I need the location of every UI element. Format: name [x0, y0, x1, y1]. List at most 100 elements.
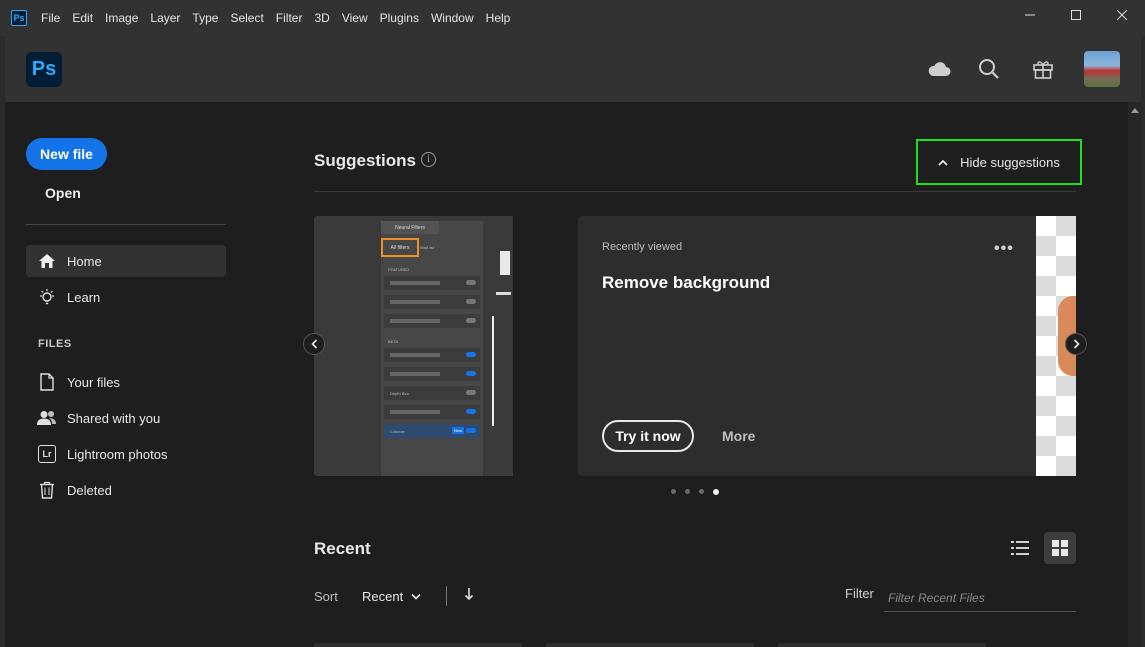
sort-direction-button[interactable] [464, 587, 474, 606]
pager-dot-active[interactable] [713, 488, 719, 495]
scroll-up-icon[interactable] [1131, 108, 1139, 113]
maximize-button[interactable] [1053, 0, 1099, 30]
more-link[interactable]: More [722, 428, 755, 444]
neural-filter-depth-blur: Depth Blur [390, 391, 409, 396]
trash-icon [37, 480, 57, 500]
close-button[interactable] [1099, 0, 1145, 30]
search-icon[interactable] [976, 56, 1002, 82]
neural-filters-tab-wait: Wait list [420, 245, 434, 250]
more-options-icon[interactable]: ••• [994, 240, 1014, 258]
sidebar-item-deleted[interactable]: Deleted [26, 474, 226, 506]
sidebar-item-learn[interactable]: Learn [26, 281, 226, 313]
pager-dot[interactable] [699, 489, 704, 494]
neural-filter-row [384, 276, 480, 290]
hide-suggestions-label: Hide suggestions [960, 154, 1060, 170]
suggestions-title: Suggestions [314, 151, 417, 170]
menu-layer[interactable]: Layer [144, 0, 186, 36]
menu-3d[interactable]: 3D [308, 0, 335, 36]
card-title: Remove background [602, 273, 771, 292]
pager-dot[interactable] [671, 489, 676, 494]
menu-bar: File Edit Image Layer Type Select Filter… [35, 0, 516, 36]
sidebar-item-label: Lightroom photos [67, 446, 168, 462]
avatar[interactable] [1084, 51, 1120, 87]
try-it-now-button[interactable]: Try it now [602, 420, 694, 452]
neural-filter-row [384, 348, 480, 362]
lightbulb-icon [37, 287, 57, 307]
sidebar-item-label: Shared with you [67, 410, 161, 426]
sort-value: Recent [362, 589, 404, 604]
neural-filter-row: Colorize New [384, 424, 480, 438]
neural-filter-row [384, 367, 480, 381]
pager-dot[interactable] [685, 489, 690, 494]
photoshop-app-icon: Ps [11, 10, 27, 26]
cloud-icon[interactable] [926, 56, 952, 82]
file-icon [37, 372, 57, 392]
sidebar-item-label: Home [67, 253, 102, 269]
menu-edit[interactable]: Edit [66, 0, 99, 36]
neural-filters-preview-right [492, 236, 513, 476]
menu-plugins[interactable]: Plugins [374, 0, 425, 36]
lightroom-icon: Lr [37, 444, 57, 464]
menu-type[interactable]: Type [186, 0, 224, 36]
home-icon [37, 251, 57, 271]
maximize-icon [1071, 10, 1081, 20]
suggestions-divider [314, 191, 1076, 192]
photoshop-logo[interactable]: Ps [26, 52, 62, 87]
grid-view-button[interactable] [1044, 532, 1076, 564]
info-icon[interactable]: i [421, 152, 436, 167]
hide-suggestions-button[interactable]: Hide suggestions [916, 139, 1082, 185]
recent-file-thumb[interactable] [546, 643, 754, 647]
neural-filter-colorize: Colorize [390, 429, 405, 434]
arrow-down-icon [464, 588, 474, 601]
people-icon [37, 408, 57, 428]
neural-filter-row [384, 314, 480, 328]
suggestion-card-neural-filters[interactable]: Neural Filters All filters Wait list FEA… [314, 216, 513, 476]
neural-filter-row [384, 405, 480, 419]
sidebar-item-label: Deleted [67, 482, 112, 498]
sort-separator [446, 586, 447, 606]
sidebar-divider [26, 224, 226, 225]
grid-view-icon [1052, 540, 1068, 556]
menu-filter[interactable]: Filter [270, 0, 309, 36]
menu-file[interactable]: File [35, 0, 66, 36]
sort-label: Sort [314, 589, 338, 604]
minimize-button[interactable] [1007, 0, 1053, 30]
window-edge-right [1141, 36, 1145, 647]
chevron-up-icon [938, 159, 948, 166]
sort-dropdown[interactable]: Recent [362, 589, 421, 604]
recently-viewed-label: Recently viewed [602, 241, 683, 253]
neural-filters-beta: BETA [388, 339, 399, 344]
menu-image[interactable]: Image [99, 0, 144, 36]
carousel-pager [671, 488, 728, 495]
recent-file-thumb[interactable] [314, 643, 522, 647]
close-icon [1117, 10, 1127, 20]
sidebar-item-shared-with-you[interactable]: Shared with you [26, 402, 226, 434]
list-view-button[interactable] [1004, 532, 1036, 564]
carousel-next-button[interactable] [1065, 333, 1087, 355]
open-button[interactable]: Open [45, 185, 81, 201]
new-file-button[interactable]: New file [26, 138, 107, 170]
menu-window[interactable]: Window [425, 0, 480, 36]
sidebar-item-label: Your files [67, 374, 120, 390]
sidebar-item-home[interactable]: Home [26, 245, 226, 277]
sidebar-item-lightroom-photos[interactable]: Lr Lightroom photos [26, 438, 226, 470]
title-bar: Ps File Edit Image Layer Type Select Fil… [0, 0, 1145, 36]
scrollbar[interactable] [1128, 102, 1141, 647]
chevron-left-icon [310, 339, 317, 349]
gift-icon[interactable] [1030, 56, 1056, 82]
menu-help[interactable]: Help [480, 0, 517, 36]
menu-view[interactable]: View [336, 0, 374, 36]
sidebar-item-your-files[interactable]: Your files [26, 366, 226, 398]
neural-filters-preview: Neural Filters All filters Wait list FEA… [314, 216, 513, 476]
files-heading: FILES [38, 338, 72, 350]
filter-recent-input[interactable] [884, 584, 1076, 612]
chevron-down-icon [411, 593, 421, 600]
app-header: Ps [5, 36, 1141, 102]
minimize-icon [1025, 14, 1035, 16]
recent-title: Recent [314, 539, 371, 558]
carousel-prev-button[interactable] [303, 333, 325, 355]
window-controls [1007, 0, 1145, 30]
recent-file-thumb[interactable] [778, 643, 986, 647]
menu-select[interactable]: Select [224, 0, 269, 36]
window-edge-left [0, 36, 5, 647]
